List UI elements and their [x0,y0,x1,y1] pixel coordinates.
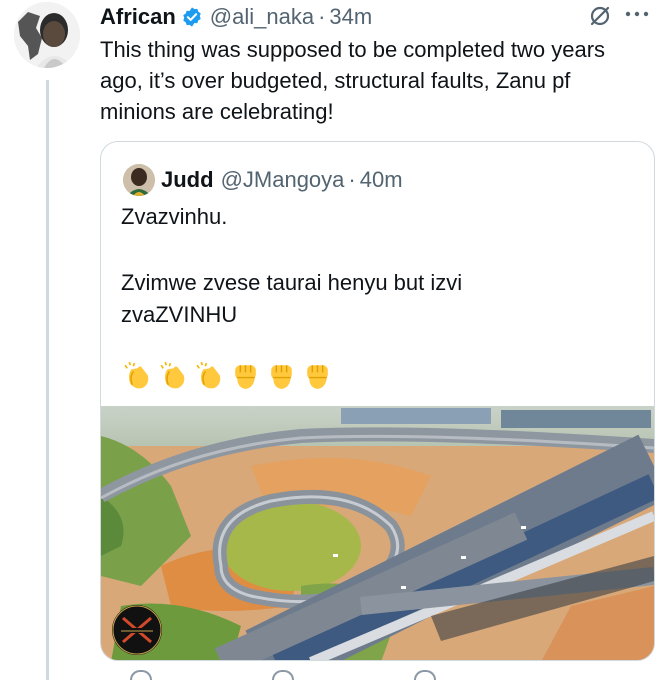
quoted-text-line-1: Zvazvinhu. [121,204,228,229]
channel-watermark-logo [112,605,162,655]
author-avatar[interactable] [14,2,80,68]
raised-fist-icon [271,365,292,389]
tweet-action-bar [100,670,655,680]
thread-connector-line [46,80,49,680]
quoted-tweet-time[interactable]: 40m [360,167,403,193]
author-handle[interactable]: @ali_naka [210,4,314,30]
quoted-tweet-card[interactable]: Judd @JMangoya · 40m Zvazvinhu. Zvimwe z… [100,141,655,661]
quoted-author-avatar[interactable] [123,164,155,196]
clapping-hands-icon [160,361,185,389]
emoji-row [121,359,334,392]
quoted-text-line-2: Zvimwe zvese taurai henyu but izvi [121,270,463,295]
quoted-author-name[interactable]: Judd [161,167,214,193]
quoted-text-line-3: zvaZVINHU [121,302,238,327]
raised-fist-icon [307,365,328,389]
grok-icon[interactable] [588,4,612,28]
quoted-separator-dot: · [348,167,356,192]
author-name[interactable]: African [100,4,176,30]
retweet-icon[interactable] [272,670,294,680]
verified-badge-icon [183,7,201,27]
separator-dot: · [318,4,326,29]
tweet-time[interactable]: 34m [329,4,372,30]
clapping-hands-icon [124,361,149,389]
tweet-text: This thing was supposed to be completed … [100,37,606,124]
tweet-thread: African @ali_naka · 34m This thing was s… [0,0,667,680]
tweet-header: African @ali_naka · 34m [100,2,372,32]
reply-icon[interactable] [130,670,152,680]
more-icon[interactable] [622,4,652,26]
clapping-hands-icon [196,361,221,389]
like-icon[interactable] [414,670,436,680]
raised-fist-icon [235,365,256,389]
quoted-tweet-header: Judd @JMangoya · 40m [161,164,403,196]
quoted-author-handle[interactable]: @JMangoya [221,167,345,193]
quoted-tweet-media[interactable] [101,406,654,660]
